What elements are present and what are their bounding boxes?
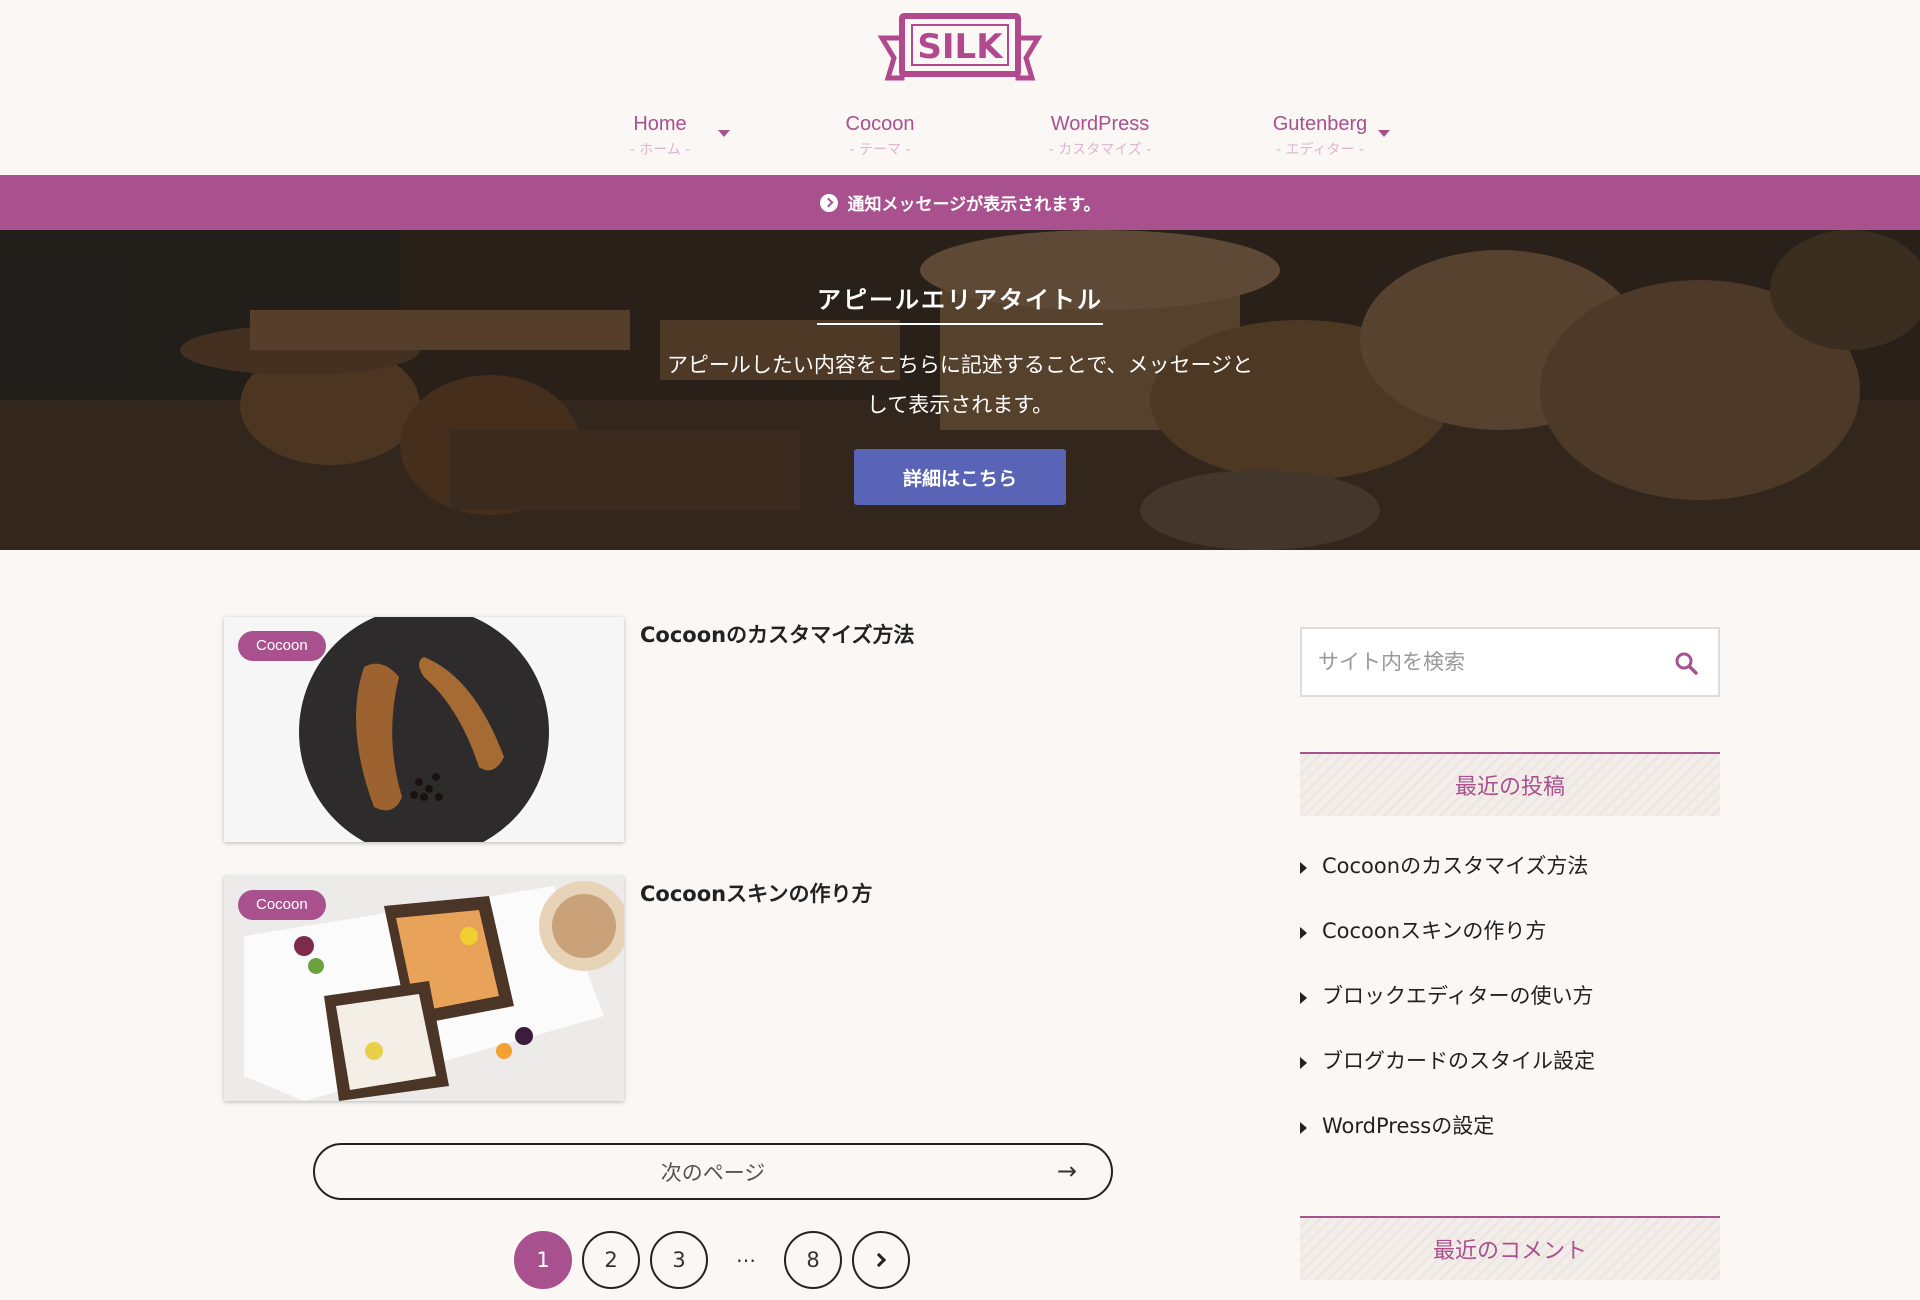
nav-sublabel: - ホーム - (629, 142, 691, 158)
chevron-right-icon (871, 1252, 887, 1268)
nav-item-gutenberg[interactable]: Gutenberg - エディター - (1220, 110, 1420, 160)
arrow-circle-right-icon (819, 193, 838, 212)
arrow-right-icon: → (1056, 1157, 1077, 1185)
page-number[interactable]: 3 (650, 1231, 708, 1289)
post-card: Cocoon Cocoonスキンの作り方 (224, 876, 1054, 1101)
nav-item-cocoon[interactable]: Cocoon - テーマ - (780, 110, 980, 160)
category-badge[interactable]: Cocoon (238, 631, 326, 661)
search-box (1300, 627, 1720, 697)
page-number-current[interactable]: 1 (514, 1231, 572, 1289)
recent-post-link[interactable]: ブログカードのスタイル設定 (1300, 1041, 1720, 1106)
appeal-title: アピールエリアタイトル (0, 280, 1920, 325)
search-icon[interactable] (1674, 651, 1698, 675)
recent-comments-heading: 最近のコメント (1300, 1216, 1720, 1280)
page-ellipsis: … (736, 1243, 756, 1267)
logo-text: SILK (917, 27, 1004, 67)
nav-item-home[interactable]: Home - ホーム - (560, 110, 760, 160)
post-card: Cocoon Cocoonのカスタマイズ方法 (224, 617, 1054, 842)
nav-label: WordPress (1050, 113, 1150, 135)
next-page-icon-button[interactable] (852, 1231, 910, 1289)
site-logo[interactable]: SILK (876, 12, 1044, 88)
post-title[interactable]: Cocoonのカスタマイズ方法 (640, 619, 914, 649)
appeal-area: アピールエリアタイトル アピールしたい内容をこちらに記述することで、メッセージと… (0, 230, 1920, 550)
notice-bar[interactable]: 通知メッセージが表示されます。 (0, 175, 1920, 230)
appeal-message-line-1: アピールしたい内容をこちらに記述することで、メッセージと (666, 353, 1254, 377)
recent-posts-heading: 最近の投稿 (1300, 752, 1720, 816)
post-thumbnail[interactable]: Cocoon (224, 617, 624, 842)
dropdown-caret-icon (1378, 130, 1390, 137)
appeal-message-line-2: して表示されます。 (866, 393, 1054, 417)
page-number[interactable]: 8 (784, 1231, 842, 1289)
recent-posts-list: Cocoonのカスタマイズ方法 Cocoonスキンの作り方 ブロックエディターの… (1300, 846, 1720, 1171)
recent-post-link[interactable]: WordPressの設定 (1300, 1106, 1720, 1171)
notice-text: 通知メッセージが表示されます。 (847, 195, 1101, 215)
search-input[interactable] (1302, 629, 1662, 695)
global-nav: Home - ホーム - Cocoon - テーマ - WordPress - … (560, 110, 1400, 170)
page-number[interactable]: 2 (582, 1231, 640, 1289)
nav-label: Home (633, 113, 687, 135)
post-title[interactable]: Cocoonスキンの作り方 (640, 878, 872, 908)
appeal-details-button[interactable]: 詳細はこちら (854, 449, 1066, 505)
recent-post-link[interactable]: ブロックエディターの使い方 (1300, 976, 1720, 1041)
nav-label: Gutenberg (1272, 113, 1368, 135)
recent-post-link[interactable]: Cocoonスキンの作り方 (1300, 911, 1720, 976)
post-thumbnail[interactable]: Cocoon (224, 876, 624, 1101)
next-page-button[interactable]: 次のページ → (313, 1143, 1113, 1200)
nav-item-wordpress[interactable]: WordPress - カスタマイズ - (718, 110, 1200, 160)
nav-sublabel: - テーマ - (849, 142, 911, 158)
recent-post-link[interactable]: Cocoonのカスタマイズ方法 (1300, 846, 1720, 911)
nav-sublabel: - カスタマイズ - (1048, 142, 1152, 158)
silk-logo-mark: SILK (877, 13, 1043, 81)
nav-sublabel: - エディター - (1275, 142, 1365, 158)
appeal-message: アピールしたい内容をこちらに記述することで、メッセージと して表示されます。 (630, 345, 1290, 425)
dropdown-caret-icon (718, 130, 730, 137)
nav-label: Cocoon (845, 113, 915, 135)
next-page-label: 次のページ (660, 1160, 766, 1185)
category-badge[interactable]: Cocoon (238, 890, 326, 920)
